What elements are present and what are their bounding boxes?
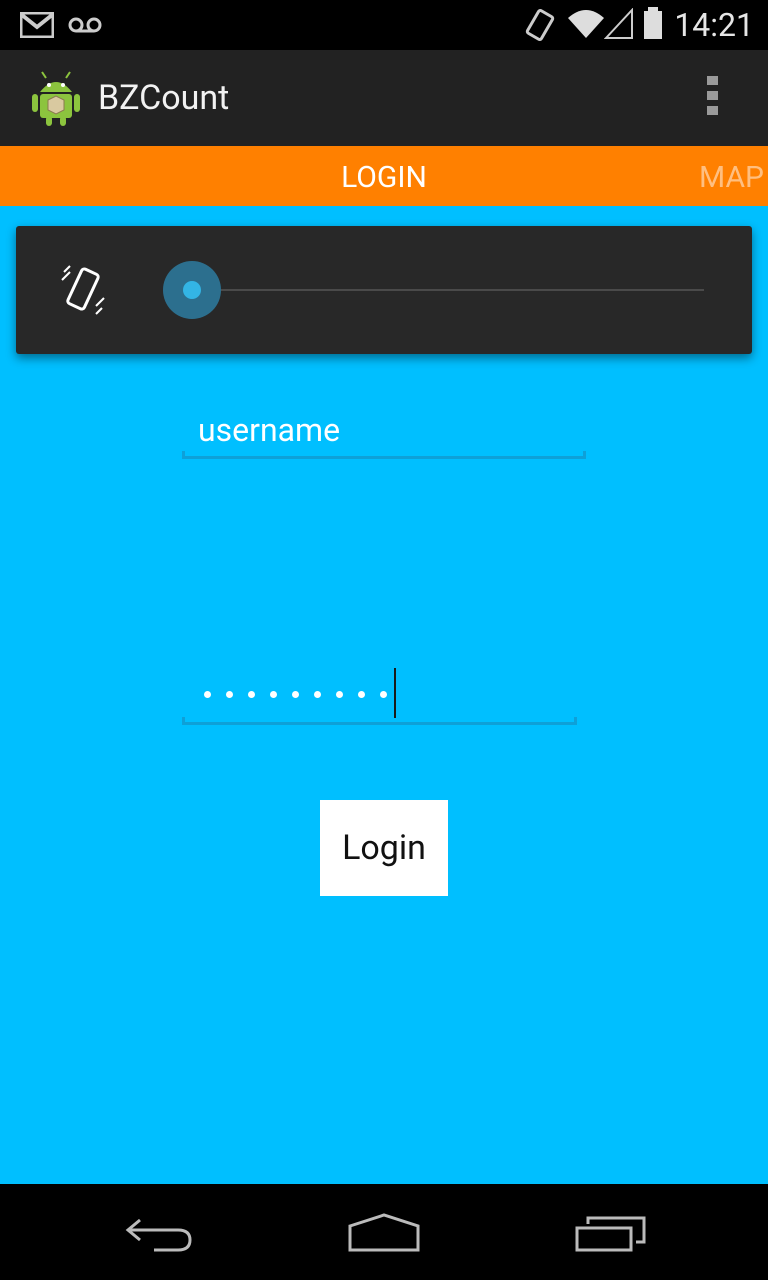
- tab-strip: LOGIN MAP: [0, 146, 768, 206]
- recents-button[interactable]: [512, 1184, 768, 1280]
- password-mask-dot: [314, 691, 321, 698]
- password-mask-dot: [358, 691, 365, 698]
- username-underline: [182, 451, 586, 459]
- volume-slider-track[interactable]: [192, 289, 704, 291]
- back-icon: [125, 1218, 192, 1252]
- wifi-icon: [568, 10, 604, 38]
- tab-map[interactable]: MAP: [699, 160, 764, 195]
- status-time: 14:21: [674, 6, 754, 44]
- volume-slider-thumb[interactable]: [163, 261, 221, 319]
- login-button[interactable]: Login: [320, 800, 448, 896]
- vibrate-icon: [525, 8, 555, 42]
- overflow-menu-icon[interactable]: [700, 76, 724, 120]
- battery-icon: [644, 7, 662, 39]
- gmail-icon: [20, 12, 54, 38]
- password-mask-dot: [380, 691, 387, 698]
- text-cursor: [394, 668, 396, 718]
- recents-icon: [575, 1216, 646, 1252]
- password-mask-dot: [248, 691, 255, 698]
- username-field[interactable]: [196, 404, 580, 456]
- tab-login[interactable]: LOGIN: [0, 160, 768, 195]
- app-title: BZCount: [98, 78, 230, 118]
- home-icon: [348, 1213, 420, 1252]
- status-bar: 14:21: [0, 0, 768, 50]
- password-underline: [182, 717, 577, 725]
- password-mask-dot: [226, 691, 233, 698]
- password-mask-dot: [292, 691, 299, 698]
- volume-panel: [16, 226, 752, 354]
- android-robot-icon[interactable]: [30, 70, 82, 128]
- home-button[interactable]: [256, 1184, 512, 1280]
- password-mask-dot: [204, 691, 211, 698]
- back-button[interactable]: [32, 1184, 288, 1280]
- action-bar: BZCount: [0, 50, 768, 146]
- password-mask-dot: [336, 691, 343, 698]
- signal-icon: [604, 8, 633, 39]
- password-field[interactable]: [200, 670, 580, 720]
- voicemail-icon: [68, 17, 102, 33]
- navigation-bar: [0, 1184, 768, 1280]
- password-mask-dot: [270, 691, 277, 698]
- vibrate-icon[interactable]: [58, 262, 108, 318]
